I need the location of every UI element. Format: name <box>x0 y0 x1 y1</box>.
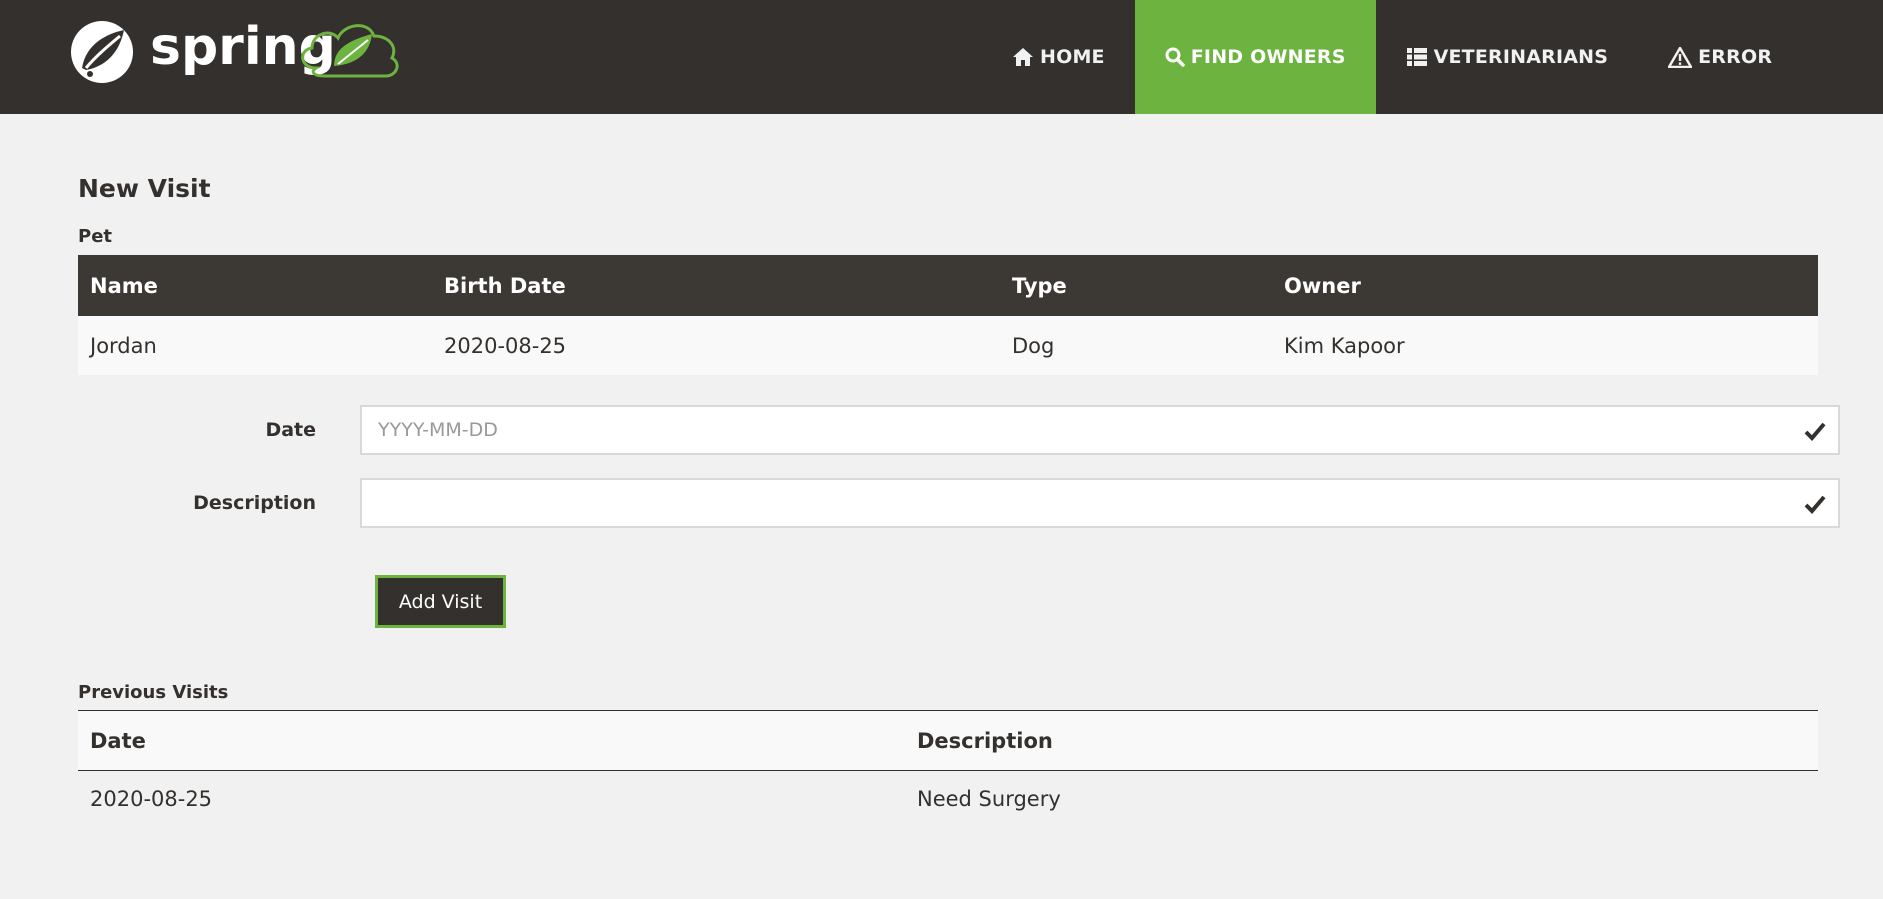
visit-description: Need Surgery <box>917 786 1061 811</box>
pet-name: Jordan <box>78 316 432 375</box>
date-label: Date <box>265 419 316 441</box>
main-nav: HOME FIND OWNERS VETERINARIANS ERROR <box>982 0 1802 114</box>
description-label: Description <box>193 492 316 514</box>
nav-error-label: ERROR <box>1698 46 1773 68</box>
pet-type: Dog <box>1000 316 1272 375</box>
nav-find-owners[interactable]: FIND OWNERS <box>1134 0 1376 114</box>
visit-date: 2020-08-25 <box>90 786 213 811</box>
spring-logo[interactable]: spring <box>68 16 414 86</box>
pet-col-name: Name <box>78 255 432 316</box>
page-title: New Visit <box>78 174 211 203</box>
date-form-group: Date <box>78 405 1840 455</box>
previous-visits-table: Date Description 2020-08-25 Need Surgery <box>78 710 1818 827</box>
pet-col-type: Type <box>1000 255 1272 316</box>
nav-error[interactable]: ERROR <box>1638 0 1802 114</box>
logo-wordmark: spring <box>150 17 336 77</box>
checkmark-icon <box>1804 494 1826 518</box>
nav-veterinarians-label: VETERINARIANS <box>1433 46 1609 68</box>
description-input[interactable] <box>362 480 1838 526</box>
search-icon <box>1165 47 1185 67</box>
date-field <box>360 405 1840 455</box>
pet-owner: Kim Kapoor <box>1272 316 1818 375</box>
nav-home-label: HOME <box>1040 46 1105 68</box>
description-form-group: Description <box>78 478 1840 528</box>
list-icon <box>1406 47 1428 67</box>
nav-home[interactable]: HOME <box>982 0 1135 114</box>
visits-col-description: Description <box>905 710 1818 771</box>
pet-table: Name Birth Date Type Owner Jordan 2020-0… <box>78 255 1818 375</box>
visits-header-row: Date Description <box>78 710 1818 771</box>
pet-birth-date: 2020-08-25 <box>432 316 1000 375</box>
warning-icon <box>1668 46 1693 68</box>
table-row: Jordan 2020-08-25 Dog Kim Kapoor <box>78 316 1818 375</box>
table-row: 2020-08-25 Need Surgery <box>78 771 1818 827</box>
pet-section-label: Pet <box>78 226 113 247</box>
previous-visits-label: Previous Visits <box>78 682 229 703</box>
nav-find-owners-label: FIND OWNERS <box>1190 46 1346 68</box>
date-input[interactable] <box>362 407 1838 453</box>
pet-col-birth-date: Birth Date <box>432 255 1000 316</box>
nav-veterinarians[interactable]: VETERINARIANS <box>1376 0 1639 114</box>
navbar: spring HOME FIND OWNERS VETERINARIANS ER… <box>0 0 1883 114</box>
checkmark-icon <box>1804 421 1826 445</box>
add-visit-button[interactable]: Add Visit <box>375 575 506 628</box>
pet-table-header-row: Name Birth Date Type Owner <box>78 255 1818 316</box>
visits-col-date: Date <box>78 710 905 771</box>
home-icon <box>1012 47 1034 67</box>
pet-col-owner: Owner <box>1272 255 1818 316</box>
description-field <box>360 478 1840 528</box>
